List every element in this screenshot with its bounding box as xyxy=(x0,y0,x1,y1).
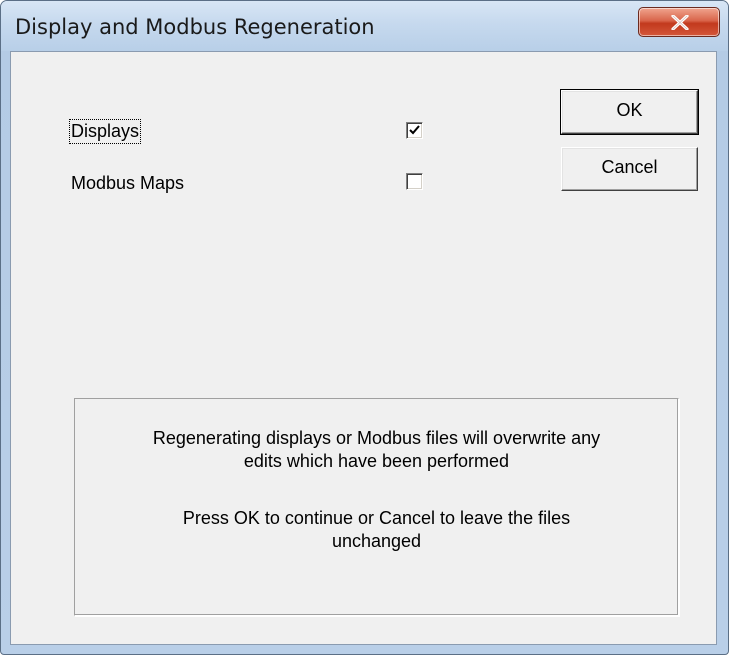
title-bar[interactable]: Display and Modbus Regeneration xyxy=(1,1,728,51)
displays-label[interactable]: Displays xyxy=(68,119,142,144)
ok-button[interactable]: OK xyxy=(560,89,699,135)
message-line-4: unchanged xyxy=(331,531,422,551)
modbus-maps-label[interactable]: Modbus Maps xyxy=(71,173,184,194)
displays-checkbox[interactable] xyxy=(406,122,423,139)
window-title: Display and Modbus Regeneration xyxy=(15,15,375,39)
dialog-client-area: Displays Modbus Maps OK Cancel Regenerat… xyxy=(10,51,717,645)
warning-message-panel: Regenerating displays or Modbus files wi… xyxy=(74,398,679,616)
close-button[interactable] xyxy=(638,7,720,37)
checkmark-icon xyxy=(409,125,420,135)
message-line-3: Press OK to continue or Cancel to leave … xyxy=(182,508,571,528)
modbus-maps-checkbox[interactable] xyxy=(406,173,423,190)
dialog-window: Display and Modbus Regeneration Displays… xyxy=(0,0,729,655)
cancel-button[interactable]: Cancel xyxy=(561,147,698,191)
message-line-2: edits which have been performed xyxy=(243,451,510,471)
close-x-icon xyxy=(671,15,689,30)
message-line-1: Regenerating displays or Modbus files wi… xyxy=(152,428,601,448)
